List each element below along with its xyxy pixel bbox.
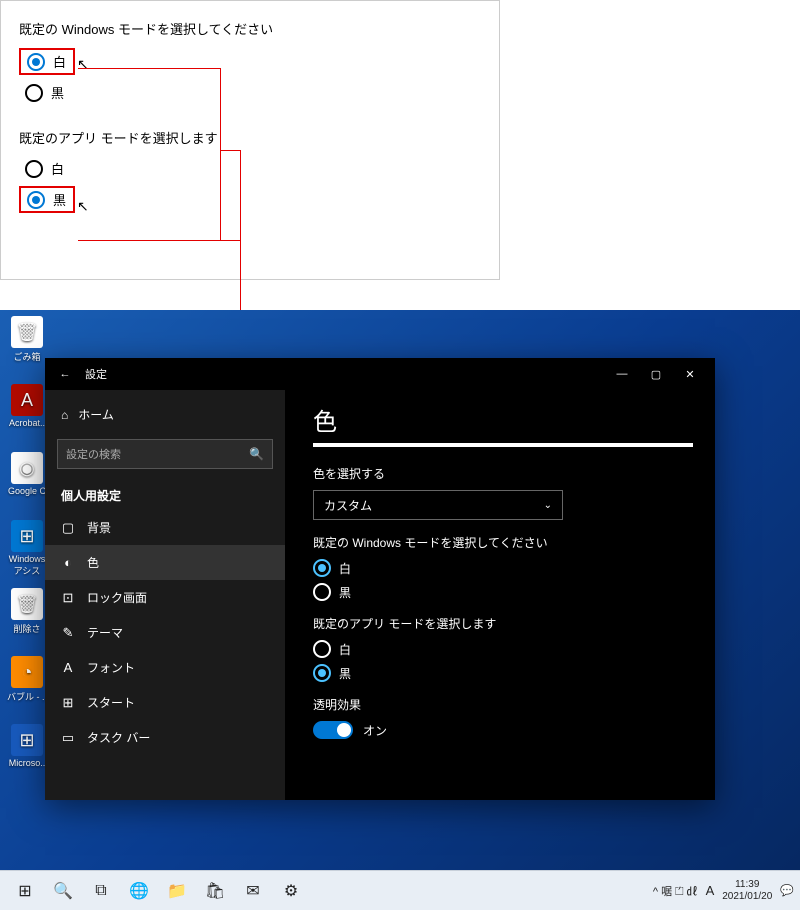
taskbar: ⊞ 🔍 ⧉ 🌐 📁 🛍 ✉ ⚙ ^ 啹 ⏍ ㎗ A 11:39 2021/01/… [0, 870, 800, 910]
nav-icon: ▢ [61, 520, 75, 536]
desktop-icon[interactable]: 🗑削除さ [6, 588, 48, 635]
radio-label: 白 [53, 52, 66, 71]
radio-label: 黒 [51, 83, 64, 102]
desktop-icon[interactable]: ◔バブル - .. [6, 656, 48, 703]
search-icon: 🔍 [249, 447, 264, 461]
radio-label: 黒 [53, 190, 66, 209]
desktop-icon[interactable]: ⊞Microso.. [6, 724, 48, 768]
page-title: 色 [313, 402, 687, 437]
radio-white[interactable]: 白 [313, 640, 687, 658]
radio-black[interactable]: 黒 [313, 583, 687, 601]
chevron-down-icon: ⌄ [544, 500, 552, 511]
transparency-label: 透明効果 [313, 696, 687, 713]
choose-color-label: 色を選択する [313, 465, 687, 482]
radio-black-highlighted[interactable]: 黒 ↖ [19, 186, 75, 213]
radio-icon [27, 53, 45, 71]
sidebar-item[interactable]: ◐色 [45, 545, 285, 580]
desktop-icon[interactable]: ⊞Windows アシス [6, 520, 48, 577]
settings-icon[interactable]: ⚙ [272, 871, 310, 911]
color-dropdown[interactable]: カスタム ⌄ [313, 490, 563, 520]
sidebar-item[interactable]: ✎テーマ [45, 615, 285, 650]
radio-white[interactable]: 白 [19, 157, 75, 180]
nav-icon: ◐ [61, 555, 75, 570]
titlebar[interactable]: ← 設定 — ▢ ✕ [45, 358, 715, 390]
notification-icon[interactable]: 💬 [780, 884, 794, 897]
content-pane: 色 色を選択する カスタム ⌄ 既定の Windows モードを選択してください… [285, 390, 715, 800]
tray-icons[interactable]: ^ 啹 ⏍ ㎗ [653, 883, 698, 899]
home-icon: ⌂ [61, 408, 68, 422]
instruction-panel: 既定の Windows モードを選択してください 白 ↖ 黒 既定のアプリ モー… [0, 0, 500, 280]
desktop-icon[interactable]: 🗑ごみ箱 [6, 316, 48, 363]
sidebar-item[interactable]: ⊞スタート [45, 685, 285, 720]
nav-icon: ⊡ [61, 590, 75, 606]
sidebar-category: 個人用設定 [45, 477, 285, 510]
system-tray[interactable]: ^ 啹 ⏍ ㎗ A 11:39 2021/01/20 💬 [653, 879, 794, 903]
back-button[interactable]: ← [53, 368, 77, 380]
nav-icon: ▭ [61, 730, 75, 746]
sidebar-item[interactable]: ▭タスク バー [45, 720, 285, 755]
taskview-button[interactable]: ⧉ [82, 871, 120, 911]
nav-icon: ⊞ [61, 695, 75, 711]
annotation-line [78, 68, 220, 69]
settings-window: ← 設定 — ▢ ✕ ⌂ ホーム 設定の検索 🔍 個人用設定 ▢背景◐色⊡ロック… [45, 358, 715, 800]
radio-black[interactable]: 黒 [313, 664, 687, 682]
desktop-icon[interactable]: AAcrobat.. [6, 384, 48, 428]
sidebar-item[interactable]: Aフォント [45, 650, 285, 685]
radio-label: 白 [51, 159, 64, 178]
mail-icon[interactable]: ✉ [234, 871, 272, 911]
sidebar-item[interactable]: ⊡ロック画面 [45, 580, 285, 615]
explorer-icon[interactable]: 📁 [158, 871, 196, 911]
annotation-line [220, 68, 221, 240]
radio-icon [25, 84, 43, 102]
radio-white[interactable]: 白 [313, 559, 687, 577]
start-button[interactable]: ⊞ [6, 871, 44, 911]
annotation-line [78, 240, 240, 241]
window-title: 設定 [77, 366, 605, 382]
home-link[interactable]: ⌂ ホーム [45, 398, 285, 431]
radio-black[interactable]: 黒 [19, 81, 75, 104]
maximize-button[interactable]: ▢ [639, 358, 673, 390]
search-input[interactable]: 設定の検索 🔍 [57, 439, 273, 469]
minimize-button[interactable]: — [605, 358, 639, 390]
desktop-icon[interactable]: ◉Google C [6, 452, 48, 496]
ime-indicator[interactable]: A [706, 883, 715, 898]
divider [313, 443, 693, 447]
cursor-icon: ↖ [77, 56, 89, 73]
nav-icon: ✎ [61, 625, 75, 641]
app-mode-title: 既定のアプリ モードを選択します [19, 128, 481, 147]
radio-white-highlighted[interactable]: 白 ↖ [19, 48, 75, 75]
store-icon[interactable]: 🛍 [196, 871, 234, 911]
app-mode-label: 既定のアプリ モードを選択します [313, 615, 687, 632]
transparency-toggle[interactable] [313, 721, 353, 739]
windows-mode-label: 既定の Windows モードを選択してください [313, 534, 687, 551]
search-button[interactable]: 🔍 [44, 871, 82, 911]
sidebar-item[interactable]: ▢背景 [45, 510, 285, 545]
sidebar: ⌂ ホーム 設定の検索 🔍 個人用設定 ▢背景◐色⊡ロック画面✎テーマAフォント… [45, 390, 285, 800]
clock[interactable]: 11:39 2021/01/20 [722, 879, 772, 903]
radio-icon [25, 160, 43, 178]
annotation-line [220, 150, 240, 151]
cursor-icon: ↖ [77, 198, 89, 215]
windows-mode-title: 既定の Windows モードを選択してください [19, 19, 481, 38]
close-button[interactable]: ✕ [673, 358, 707, 390]
nav-icon: A [61, 660, 75, 675]
edge-icon[interactable]: 🌐 [120, 871, 158, 911]
radio-icon [27, 191, 45, 209]
